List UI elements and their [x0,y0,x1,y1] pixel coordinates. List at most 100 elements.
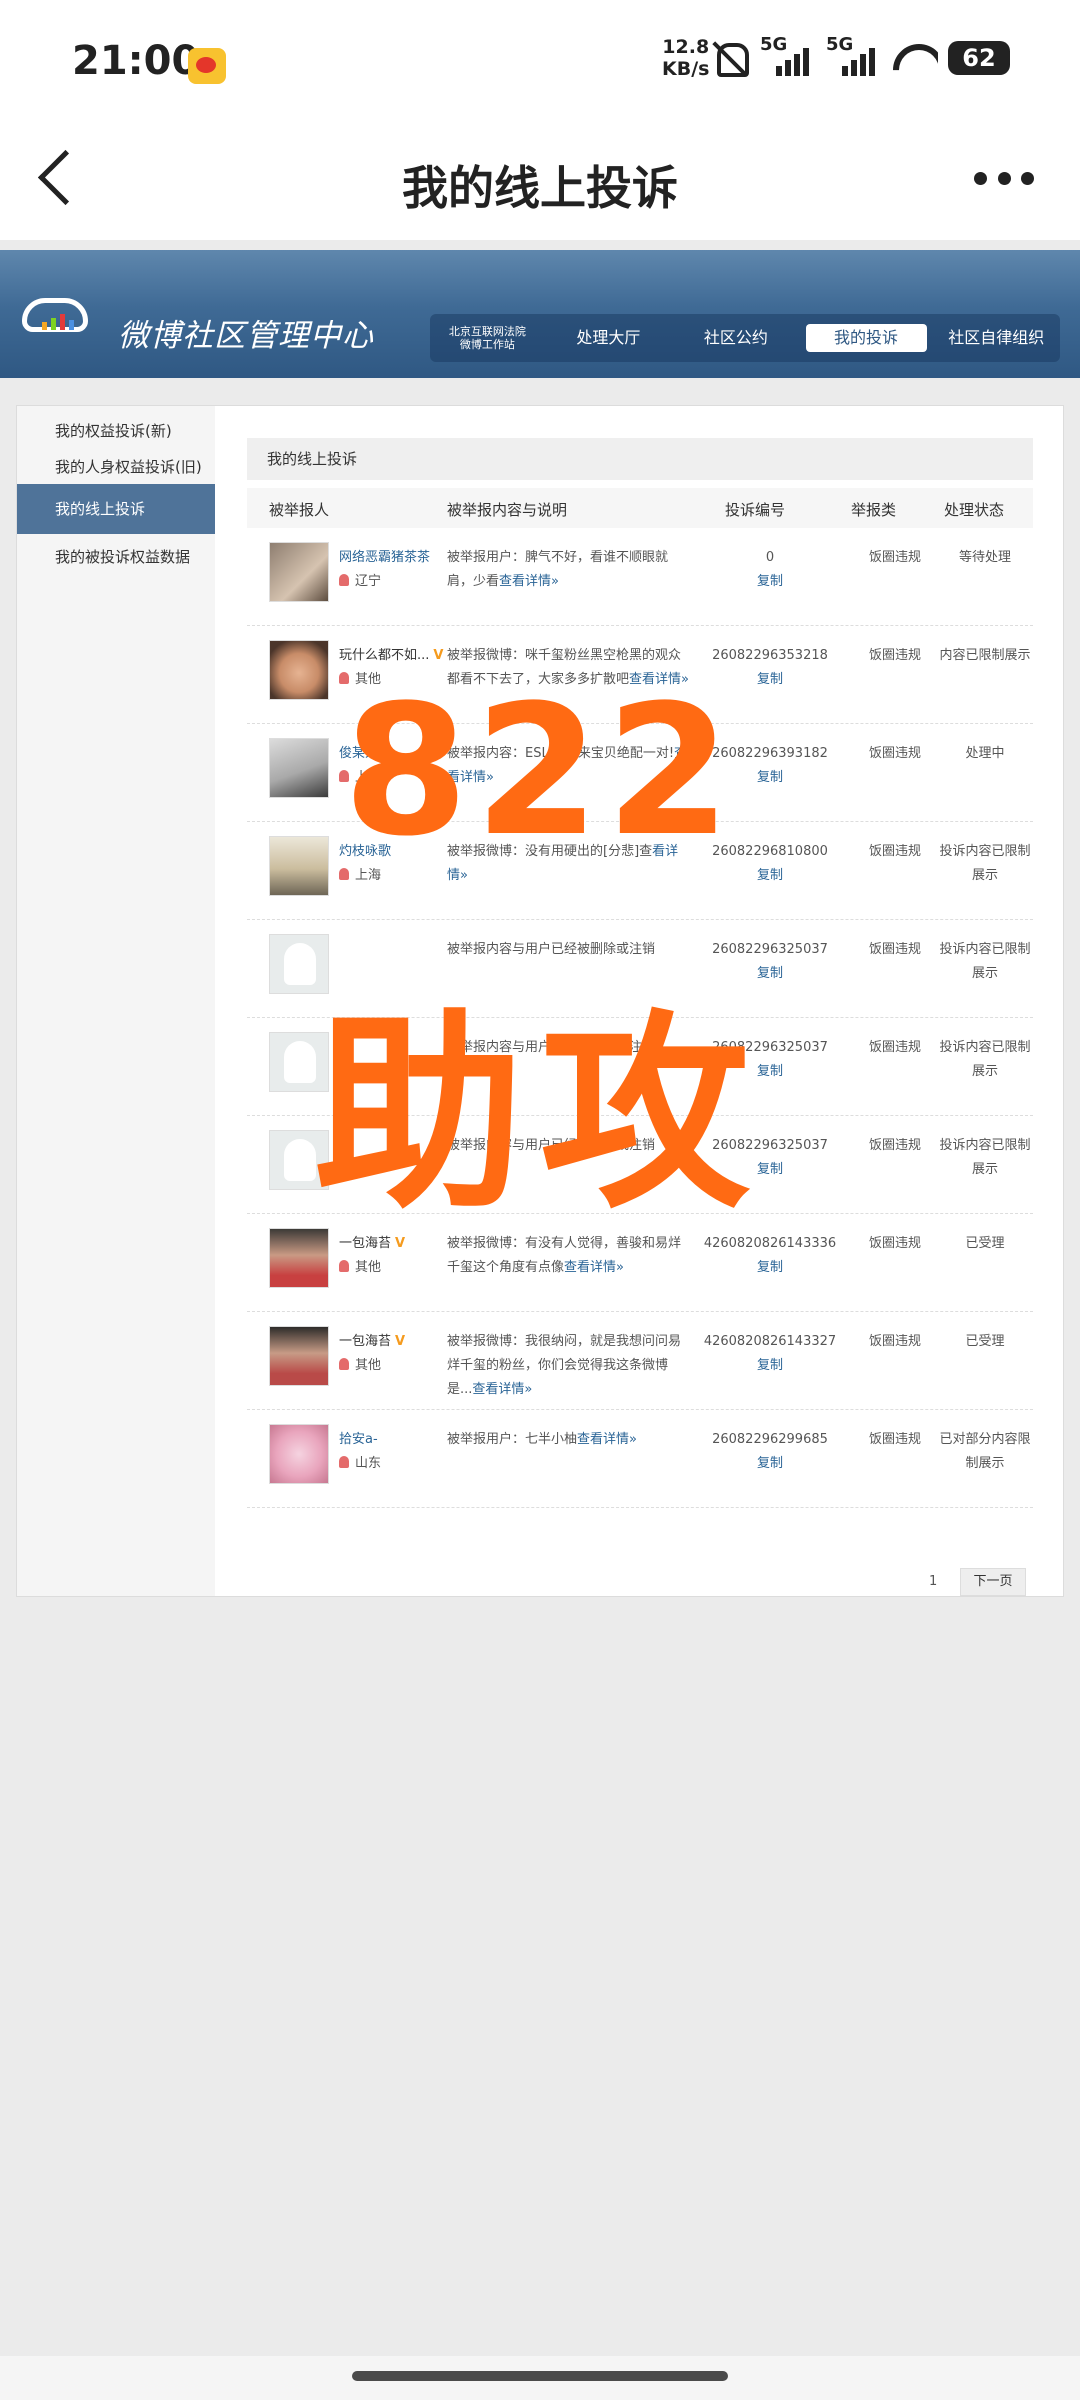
verified-badge-icon: V [395,1236,406,1251]
verified-badge-icon: V [395,1334,406,1349]
view-details-link[interactable]: 查看详情» [499,574,559,589]
nav-hall[interactable]: 处理大厅 [545,329,672,347]
copy-link[interactable]: 复制 [695,570,845,594]
copy-link[interactable]: 复制 [695,668,845,692]
complaint-id-text: 26082296325037 [712,942,828,957]
complaint-type: 饭圈违规 [868,550,921,565]
complaint-type: 饭圈违规 [868,942,921,957]
sidebar-item-online-complaints[interactable]: 我的线上投诉 [17,484,215,534]
reported-user-name[interactable]: 拾安a- [339,1428,378,1447]
signal-label: 5G [760,34,788,55]
location-icon [339,1358,349,1370]
table-row: 一包海苔 V 其他 被举报微博：有没有人觉得，善骏和易烊千玺这个角度有点像查看详情» 4… [247,1214,1033,1312]
user-name-text: 网络恶霸猪茶茶 [339,550,431,565]
location-text: 辽宁 [355,574,382,589]
location-text: 其他 [355,1260,382,1275]
copy-link[interactable]: 复制 [695,1060,845,1084]
page-number[interactable]: 1 [929,1574,937,1589]
complaint-type: 饭圈违规 [868,1040,921,1055]
avatar[interactable] [269,640,329,700]
verified-badge-icon: V [433,648,444,663]
nav-court-workstation[interactable]: 北京互联网法院 微博工作站 [430,325,545,351]
page-title: 我的线上投诉 [402,161,678,215]
cloud-logo-icon [22,294,92,334]
copy-link[interactable]: 复制 [695,766,845,790]
avatar[interactable] [269,1326,329,1386]
reported-user-name[interactable]: 俊某人吸 [339,742,391,761]
network-speed-unit: KB/s [662,58,710,80]
reported-user-name[interactable]: 玩什么都不如... V [339,644,443,663]
complaint-content: 被举报内容：ESLIE 我来宝贝绝配一对!查看详情» [447,742,693,790]
complaint-id: 26082296299685 复制 [695,1428,845,1476]
table-row: 拾安a- 山东 被举报用户：七半小柚查看详情» 26082296299685 复制 饭圈违… [247,1410,1033,1508]
complaint-content: 被举报微博：我很纳闷，就是我想问问易烊千玺的粉丝，你们会觉得我这条微博是...查… [447,1330,693,1402]
complaint-id-text: 4260820826143327 [703,1334,837,1349]
complaint-id-text: 26082296353218 [712,648,828,663]
copy-link[interactable]: 复制 [695,1158,845,1182]
user-name-text: 一包海苔 [339,1236,392,1251]
user-name-text: 拾安a- [339,1432,378,1447]
network-speed-value: 12.8 [662,36,710,58]
bell-off-icon [710,38,750,78]
complaint-id: 4260820826143327 复制 [695,1330,845,1378]
signal-5g-icon: 5G [760,34,816,78]
reported-user-name[interactable]: 一包海苔 V [339,1232,405,1251]
complaint-content: 被举报内容与用户已经被删除或注销 [447,938,693,962]
col-complaint-id: 投诉编号 [725,501,786,519]
next-page-button[interactable]: 下一页 [960,1568,1026,1596]
location-icon [339,574,349,586]
reported-user-name[interactable]: 网络恶霸猪茶茶 [339,546,430,565]
complaint-type: 饭圈违规 [868,1334,921,1349]
user-name-text: 一包海苔 [339,1334,392,1349]
user-location: 辽宁 [339,570,381,589]
content-text: 被举报用户：七半小柚 [447,1432,578,1447]
copy-link[interactable]: 复制 [695,1354,845,1378]
copy-link[interactable]: 复制 [695,1256,845,1280]
sidebar: 我的权益投诉(新) 我的人身权益投诉(旧) 我的线上投诉 我的被投诉权益数据 [17,406,215,1596]
complaint-status: 投诉内容已限制展示 [939,1138,1031,1177]
home-indicator[interactable] [352,2371,728,2381]
nav-self-discipline[interactable]: 社区自律组织 [933,329,1060,347]
complaint-id: 26082296810800 复制 [695,840,845,888]
sidebar-item-complained-data[interactable]: 我的被投诉权益数据 [17,532,215,582]
reported-user-name[interactable]: 灼枝咏歌 [339,840,391,859]
copy-link[interactable]: 复制 [695,1452,845,1476]
avatar[interactable] [269,738,329,798]
complaint-status: 已受理 [965,1236,1005,1251]
nav-convention[interactable]: 社区公约 [672,329,799,347]
table-row: 俊某人吸 上海 被举报内容：ESLIE 我来宝贝绝配一对!查看详情» 26082296… [247,724,1033,822]
avatar[interactable] [269,542,329,602]
complaint-type: 饭圈违规 [868,844,921,859]
more-options-icon[interactable] [974,172,1034,186]
view-details-link[interactable]: 查看详情» [577,1432,637,1447]
table-row: 一包海苔 V 其他 被举报微博：我很纳闷，就是我想问问易烊千玺的粉丝，你们会觉得我这条… [247,1312,1033,1410]
content-text: 被举报微博：没有用硬出的[分悲]查 [447,844,653,859]
view-details-link[interactable]: 查看详情» [629,672,689,687]
location-text: 上海 [355,868,382,883]
signal-5g-icon: 5G [826,34,882,78]
avatar[interactable] [269,1032,329,1092]
complaint-content: 被举报内容与用户已经被删除或注销 [447,1036,693,1060]
reported-user-name[interactable]: 一包海苔 V [339,1330,405,1349]
avatar[interactable] [269,1130,329,1190]
view-details-link[interactable]: 查看详情» [564,1260,624,1275]
pagination: 1 下一页 [247,1568,1033,1598]
complaint-id: 4260820826143336 复制 [695,1232,845,1280]
view-details-link[interactable]: 查看详情» [472,1382,532,1397]
user-location: 山东 [339,1452,381,1471]
complaint-content: 被举报用户：脾气不好，看谁不顺眼就肩，少看查看详情» [447,546,693,594]
copy-link[interactable]: 复制 [695,864,845,888]
complaint-status: 投诉内容已限制展示 [939,942,1031,981]
complaint-id: 26082296325037 复制 [695,1134,845,1182]
col-reported-user: 被举报人 [269,501,330,519]
complaint-id-text: 26082296325037 [712,1138,828,1153]
avatar[interactable] [269,934,329,994]
avatar[interactable] [269,1424,329,1484]
copy-link[interactable]: 复制 [695,962,845,986]
complaint-content: 被举报微博：咪千玺粉丝黑空枪黑的观众都看不下去了，大家多多扩散吧查看详情» [447,644,693,692]
battery-icon: 62 [948,41,1010,75]
nav-my-complaints[interactable]: 我的投诉 [805,324,927,352]
complaints-table: 网络恶霸猪茶茶 辽宁 被举报用户：脾气不好，看谁不顺眼就肩，少看查看详情» 0 复制 饭圈… [247,528,1033,1508]
avatar[interactable] [269,836,329,896]
avatar[interactable] [269,1228,329,1288]
